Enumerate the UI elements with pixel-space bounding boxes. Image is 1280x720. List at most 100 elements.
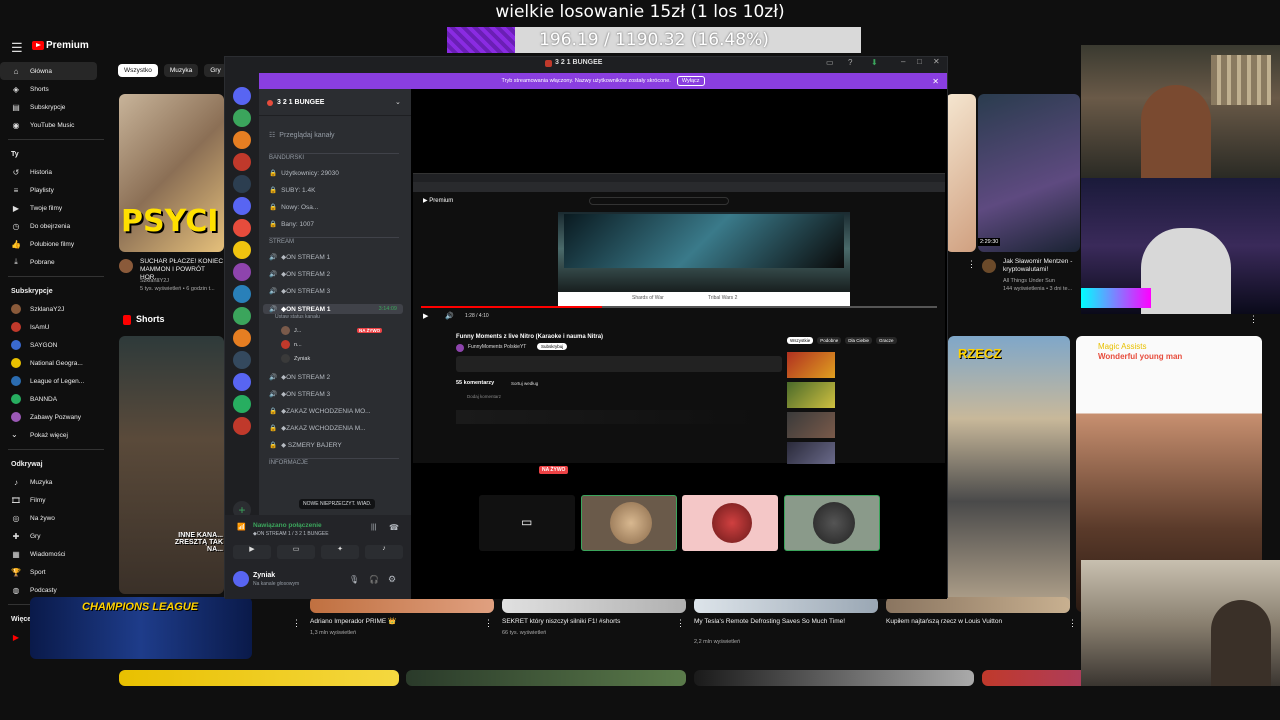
sidebar-item-youtube-music[interactable]: ◉ YouTube Music [0, 116, 112, 134]
voice-member[interactable]: J... NA ŻYWO [281, 326, 383, 335]
sidebar-item-shorts[interactable]: ◈ Shorts [0, 80, 112, 98]
video-channel[interactable]: All Things Under Sun [1003, 278, 1081, 285]
short-thumbnail[interactable]: RZECZ [948, 336, 1070, 612]
volume-icon[interactable]: 🔊 [445, 312, 454, 320]
voice-channel[interactable]: 🔒 ◆ZAKAZ WCHODZENIA M... [269, 424, 366, 432]
voice-channel[interactable]: 🔊 ◆ON STREAM 2 [269, 373, 330, 381]
video-thumbnail[interactable] [406, 670, 686, 686]
channel-avatar[interactable] [982, 259, 996, 273]
download-icon[interactable]: ⬇ [871, 58, 878, 67]
category-header[interactable]: STREAM [269, 237, 399, 245]
play-icon[interactable]: ▶ [423, 312, 428, 320]
voice-channel[interactable]: 🔊 ◆ON STREAM 1 [269, 253, 330, 261]
voice-channel-name[interactable]: ◆ON STREAM 1 / 3 2 1 BUNGEE [253, 531, 329, 537]
disconnect-icon[interactable]: ☎ [389, 523, 399, 532]
voice-channel[interactable]: 🔊 ◆ON STREAM 3 [269, 390, 330, 398]
participant-tile[interactable] [784, 495, 880, 551]
sidebar-item-league-of-legen-[interactable]: League of Legen... [0, 372, 112, 390]
sidebar-item-pokaż-więcej[interactable]: ⌄ Pokaż więcej [0, 426, 112, 444]
sidebar-item-bannda[interactable]: BANNDA [0, 390, 112, 408]
video-title[interactable]: Kupiłem najtańszą rzecz w Louis Vuitton [886, 618, 1066, 626]
video-thumbnail[interactable] [502, 597, 686, 613]
sidebar-item-twoje-filmy[interactable]: ▶ Twoje filmy [0, 199, 112, 217]
sidebar-item-filmy[interactable]: 🎞 Filmy [0, 491, 112, 509]
channel-status-hint[interactable]: Ustaw status kanału [275, 314, 320, 320]
sidebar-item-playlisty[interactable]: ≡ Playlisty [0, 181, 112, 199]
participant-tile-screen[interactable]: ▭ [479, 495, 575, 551]
sidebar-item-subskrypcje[interactable]: ▤ Subskrypcje [0, 98, 112, 116]
server-header[interactable]: 3 2 1 BUNGEE [267, 99, 324, 106]
browse-channels[interactable]: ☷ Przeglądaj kanały [269, 131, 335, 140]
server-icon[interactable] [233, 241, 251, 259]
voice-member[interactable]: n... [281, 340, 302, 349]
screen-icon[interactable]: ▭ [826, 58, 834, 67]
active-voice-channel[interactable]: 🔊 ◆ON STREAM 1 3:14:09 [263, 304, 403, 314]
server-icon[interactable] [233, 153, 251, 171]
video-title[interactable]: My Tesla's Remote Defrosting Saves So Mu… [694, 618, 874, 626]
stat-channel[interactable]: 🔒 SUBY: 1.4K [269, 186, 315, 195]
server-icon[interactable] [233, 373, 251, 391]
voice-status[interactable]: Nawiązano połączenie [253, 522, 322, 529]
server-icon[interactable] [233, 131, 251, 149]
participant-tile[interactable] [581, 495, 677, 551]
more-options-icon[interactable]: ⋮ [292, 618, 301, 629]
video-thumbnail[interactable] [694, 670, 974, 686]
channel-avatar[interactable] [119, 259, 133, 273]
video-thumbnail[interactable] [886, 597, 1070, 613]
sidebar-item-główna[interactable]: ⌂ Główna [0, 62, 97, 80]
video-thumbnail[interactable]: PSYCI [119, 94, 224, 252]
chevron-down-icon[interactable]: ⌄ [395, 98, 401, 106]
minimize-icon[interactable]: – [901, 57, 905, 66]
stat-channel[interactable]: 🔒 Nowy: Osa... [269, 203, 318, 212]
voice-channel[interactable]: 🔒 ◆ SZMERY BAJERY [269, 441, 342, 449]
category-header[interactable]: BANDURSKI [269, 153, 399, 161]
user-avatar[interactable] [233, 571, 249, 587]
server-icon[interactable] [233, 395, 251, 413]
sidebar-item-isamu[interactable]: IsAmU [0, 318, 112, 336]
server-icon[interactable] [233, 417, 251, 435]
video-thumbnail[interactable] [946, 94, 976, 252]
video-thumbnail[interactable] [310, 597, 494, 613]
video-thumbnail[interactable]: CHAMPIONS LEAGUE [30, 597, 252, 659]
more-options-icon[interactable]: ⋮ [1249, 314, 1258, 325]
sidebar-item-sport[interactable]: 🏆 Sport [0, 563, 112, 581]
mic-icon[interactable]: 🎙 [349, 575, 359, 584]
subscriptions-heading[interactable]: Subskrypcje [0, 282, 112, 300]
sidebar-item-historia[interactable]: ↺ Historia [0, 163, 112, 181]
headphones-icon[interactable]: 🎧 [369, 575, 379, 584]
participant-tile[interactable] [682, 495, 778, 551]
chip-muzyka[interactable]: Muzyka [163, 64, 199, 77]
more-options-icon[interactable]: ⋮ [1068, 618, 1077, 629]
activities-button[interactable]: ✦ [321, 545, 359, 559]
category-header[interactable]: INFORMACJE [269, 458, 399, 466]
video-thumbnail[interactable] [119, 670, 399, 686]
video-title[interactable]: Jak Sławomir Mentzen - kryptowalutami! [1003, 258, 1081, 274]
server-icon[interactable] [233, 285, 251, 303]
window-titlebar[interactable]: 3 2 1 BUNGEE ▭ ? ⬇ – □ ✕ [225, 57, 947, 71]
soundboard-button[interactable]: ♪ [365, 545, 403, 559]
sidebar-item-polubione-filmy[interactable]: 👍 Polubione filmy [0, 235, 112, 253]
banner-close-icon[interactable]: ✕ [932, 77, 939, 86]
voice-channel[interactable]: 🔊 ◆ON STREAM 3 [269, 287, 330, 295]
you-heading[interactable]: Ty [0, 145, 112, 163]
server-icon[interactable] [233, 351, 251, 369]
maximize-icon[interactable]: □ [917, 57, 922, 66]
more-options-icon[interactable]: ⋮ [967, 259, 976, 270]
server-icon[interactable] [233, 307, 251, 325]
close-icon[interactable]: ✕ [933, 57, 940, 66]
video-thumbnail[interactable] [694, 597, 878, 613]
stat-channel[interactable]: 🔒 Użytkownicy: 29030 [269, 169, 339, 178]
sidebar-item-szklanay2j[interactable]: SzklanaY2J [0, 300, 112, 318]
youtube-logo[interactable]: Premium [32, 40, 89, 51]
sidebar-item-pobrane[interactable]: ⤓ Pobrane [0, 253, 112, 271]
server-icon[interactable] [233, 87, 251, 105]
yt-hamburger-icon[interactable]: ☰ [11, 40, 23, 56]
sidebar-item-zabawy-pozwany[interactable]: Zabawy Pozwany [0, 408, 112, 426]
camera-button[interactable]: ▶ [233, 545, 271, 559]
sidebar-item-na-żywo[interactable]: ◎ Na żywo [0, 509, 112, 527]
video-thumbnail[interactable]: 2:29:30 [978, 94, 1080, 252]
server-icon[interactable] [233, 109, 251, 127]
stat-channel[interactable]: 🔒 Bany: 1007 [269, 220, 314, 229]
chip-wszystko[interactable]: Wszystko [118, 64, 158, 77]
more-options-icon[interactable]: ⋮ [484, 618, 493, 629]
